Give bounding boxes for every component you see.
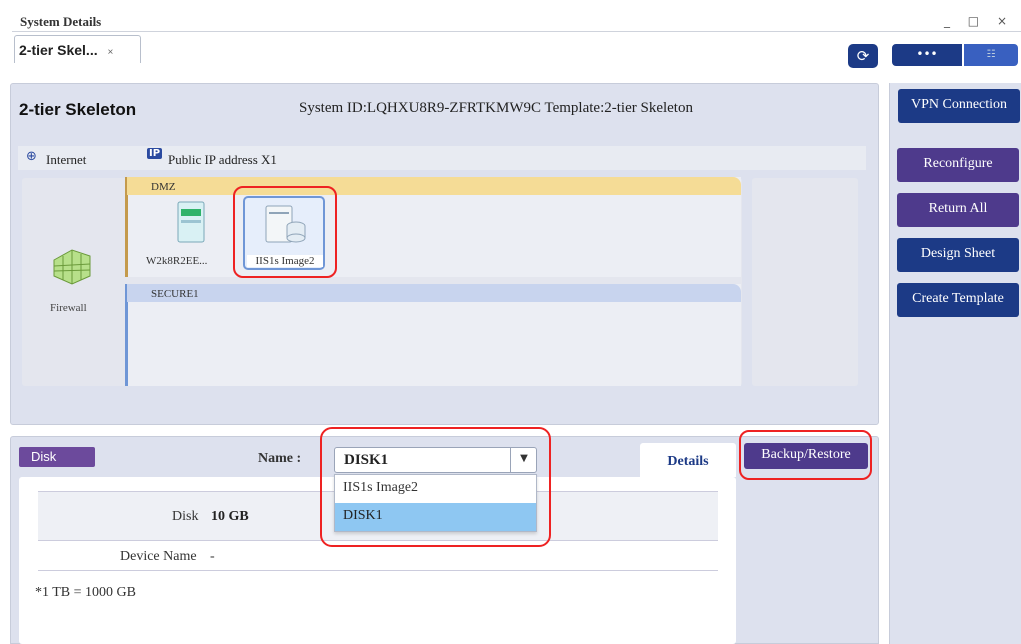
globe-icon: ⊕ [26,149,37,164]
view-toggle[interactable]: ••• ☷ [892,44,1018,66]
highlight-box [320,427,551,547]
system-name: 2-tier Skeleton [19,100,137,119]
firewall-icon[interactable] [50,246,94,286]
zone-dmz-label: DMZ [151,181,176,193]
internet-label: Internet [46,152,87,167]
device-name-value: - [210,549,215,564]
server-icon[interactable] [172,200,210,246]
unit-note: *1 TB = 1000 GB [35,585,136,600]
create-template-button[interactable]: Create Template [897,283,1019,317]
tab-system[interactable]: 2-tier Skel... × [14,35,141,63]
name-label: Name : [258,451,302,466]
device-name-key: Device Name [120,549,197,564]
minimize-icon[interactable]: _ [944,14,950,28]
reconfigure-button[interactable]: Reconfigure [897,148,1019,182]
zone-secure1-header [127,284,741,302]
firewall-label: Firewall [50,302,87,314]
public-ip-icon: IP [147,148,163,159]
return-all-button[interactable]: Return All [897,193,1019,227]
title-bar [0,0,1021,34]
tab-close-icon[interactable]: × [107,47,113,58]
type-tag: Disk [19,447,95,467]
refresh-button[interactable]: ⟳ [848,44,878,68]
divider [12,31,1021,32]
server-label: W2k8R2EE... [146,255,208,267]
window-title: System Details [20,14,102,29]
window-controls: _ □ × [944,14,1021,28]
diagram-view-icon[interactable]: ••• [892,44,962,66]
close-icon[interactable]: × [997,14,1007,28]
tab-label: 2-tier Skel... [19,42,98,58]
tab-details[interactable]: Details [640,443,736,477]
zone-dmz-header [127,177,741,195]
refresh-icon: ⟳ [856,47,870,65]
disk-value: 10 GB [211,509,249,524]
highlight-box [739,430,872,480]
maximize-icon[interactable]: □ [968,14,979,28]
system-info: System ID:LQHXU8R9-ZFRTKMW9C Template:2-… [299,100,693,116]
design-sheet-button[interactable]: Design Sheet [897,238,1019,272]
network-bar [18,146,866,170]
vpn-connection-button[interactable]: VPN Connection [898,89,1020,123]
disk-key: Disk [172,509,199,524]
public-ip-label: Public IP address X1 [168,152,277,167]
list-view-icon[interactable]: ☷ [964,44,1018,66]
diagram-side-area [752,178,858,386]
zone-secure1-label: SECURE1 [151,288,199,300]
highlight-box [233,186,337,278]
